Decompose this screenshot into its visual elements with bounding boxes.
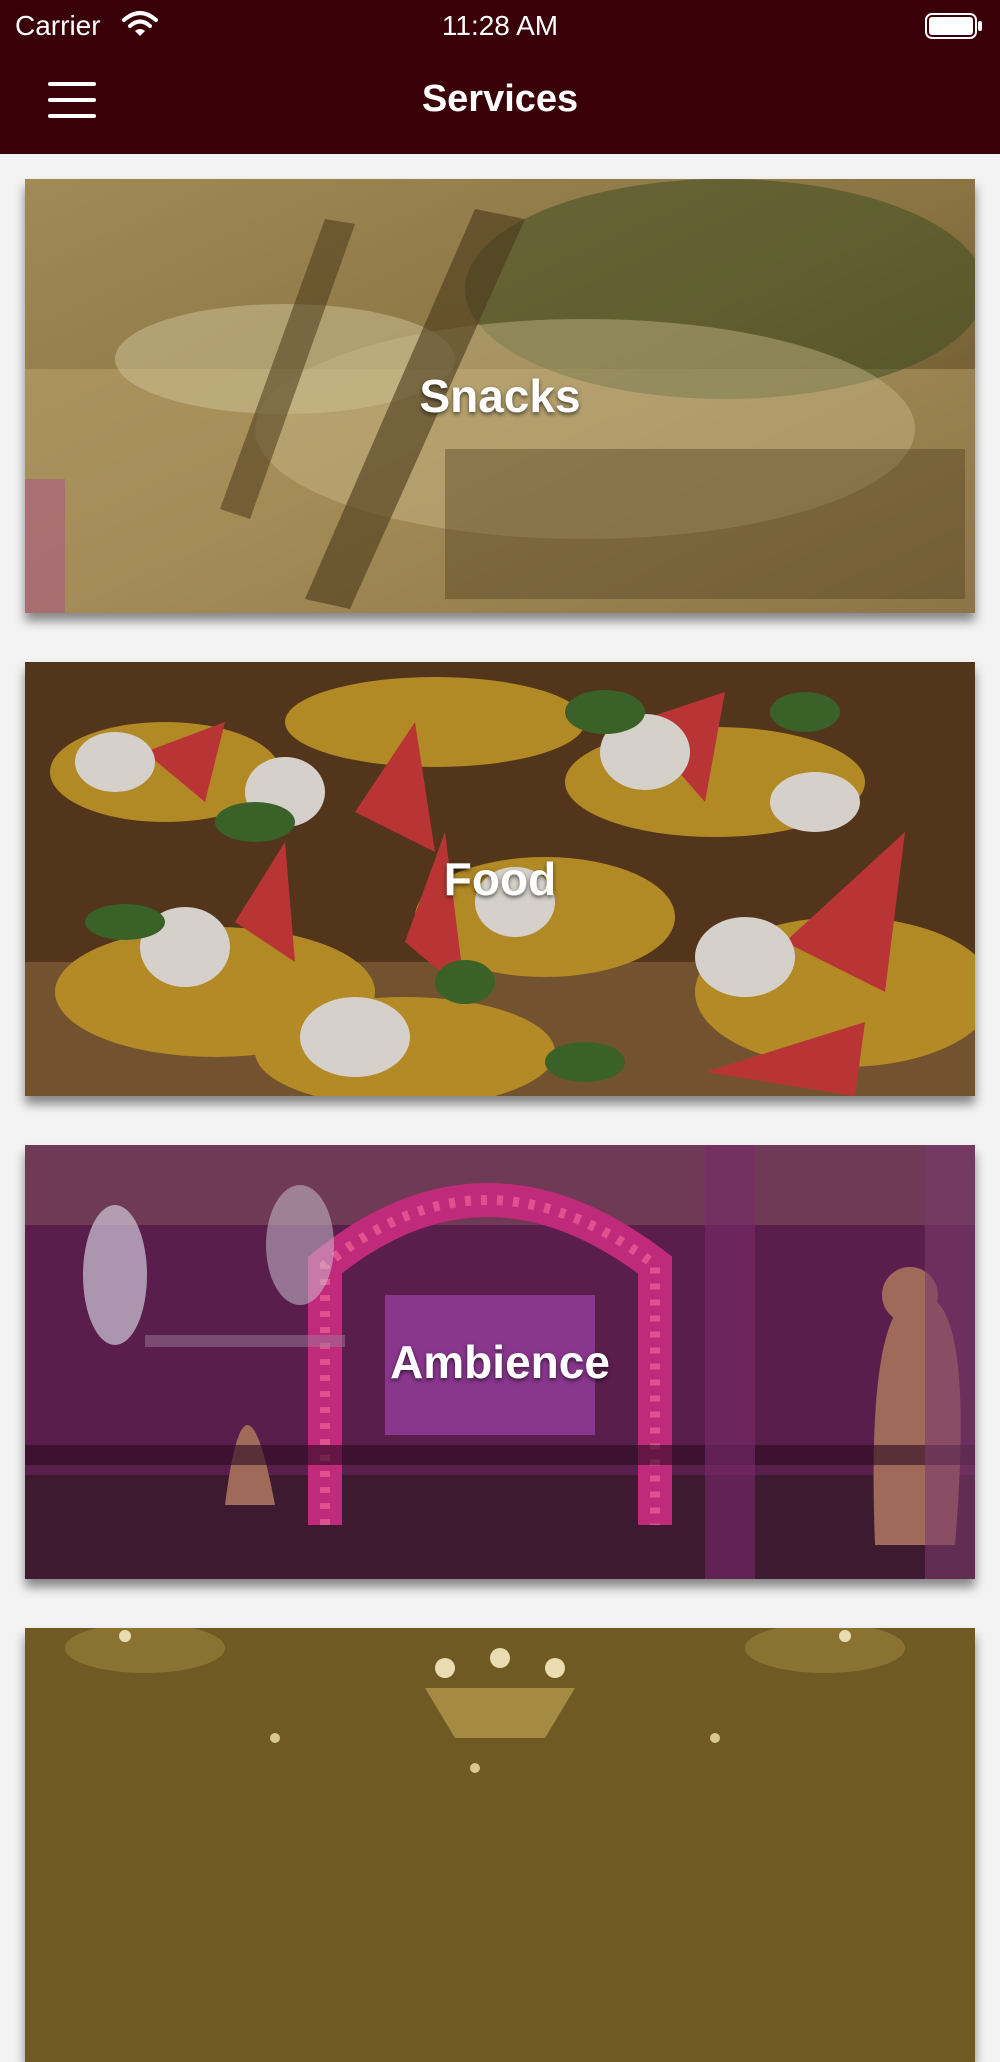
service-card-snacks[interactable]: Snacks bbox=[25, 179, 975, 613]
service-label-ambience: Ambience bbox=[390, 1336, 610, 1388]
hall-image bbox=[25, 1628, 975, 2062]
service-label-snacks: Snacks bbox=[419, 370, 581, 422]
status-bar: Carrier 11:28 AM bbox=[0, 0, 1000, 50]
status-time: 11:28 AM bbox=[441, 10, 559, 41]
service-card-hall[interactable] bbox=[25, 1628, 975, 2062]
service-card-food[interactable]: Food bbox=[25, 662, 975, 1096]
service-card-ambience[interactable]: Ambience bbox=[25, 1145, 975, 1579]
battery-icon bbox=[925, 13, 982, 39]
service-label-food: Food bbox=[443, 853, 557, 905]
page-title: Services bbox=[421, 78, 579, 120]
nav-bar: Services bbox=[0, 50, 1000, 154]
